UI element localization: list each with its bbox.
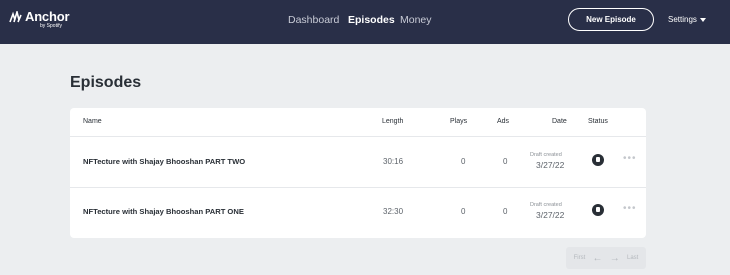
nav-episodes[interactable]: Episodes [348, 14, 395, 26]
episode-name[interactable]: NFTecture with Shajay Bhooshan PART ONE [83, 207, 244, 216]
arrow-left-icon[interactable]: ← [593, 253, 603, 264]
column-header-length: Length [382, 118, 404, 125]
brand-name: Anchor [25, 9, 70, 24]
episode-date: 3/27/22 [536, 160, 565, 170]
episode-length: 32:30 [383, 207, 404, 216]
date-label: Draft created [530, 202, 562, 208]
column-header-name: Name [83, 118, 102, 125]
draft-icon [592, 154, 604, 166]
episode-name[interactable]: NFTecture with Shajay Bhooshan PART TWO [83, 157, 245, 166]
chevron-down-icon [699, 17, 706, 22]
more-icon[interactable]: ••• [623, 203, 637, 214]
pagination: First ← → Last [566, 247, 646, 269]
header-divider [70, 136, 646, 137]
row-divider [70, 187, 646, 188]
column-header-plays: Plays [450, 118, 468, 125]
first-page-button[interactable]: First [574, 255, 586, 261]
settings-label: Settings [668, 15, 697, 24]
last-page-button[interactable]: Last [627, 255, 638, 261]
column-header-status: Status [588, 118, 608, 125]
date-label: Draft created [530, 152, 562, 158]
draft-icon [592, 204, 604, 216]
new-episode-button[interactable]: New Episode [568, 8, 654, 31]
anchor-logo[interactable]: Anchor by Spotify [9, 9, 70, 29]
settings-menu[interactable]: Settings [668, 15, 706, 24]
arrow-right-icon[interactable]: → [610, 253, 620, 264]
episode-ads: 0 [503, 207, 508, 216]
anchor-logo-icon [9, 10, 22, 22]
column-header-date: Date [552, 118, 567, 125]
top-nav-bar: Anchor by Spotify Dashboard Episodes Mon… [0, 0, 730, 44]
episode-date: 3/27/22 [536, 210, 565, 220]
page-title: Episodes [70, 74, 142, 91]
episode-length: 30:16 [383, 157, 404, 166]
nav-dashboard[interactable]: Dashboard [288, 14, 339, 26]
episode-ads: 0 [503, 157, 508, 166]
episode-plays: 0 [461, 157, 466, 166]
more-icon[interactable]: ••• [623, 153, 637, 164]
brand-subtitle: by Spotify [40, 23, 62, 29]
column-header-ads: Ads [497, 118, 510, 125]
episode-plays: 0 [461, 207, 466, 216]
episodes-table: Name Length Plays Ads Date Status NFTect… [70, 108, 646, 238]
nav-money[interactable]: Money [400, 14, 432, 26]
